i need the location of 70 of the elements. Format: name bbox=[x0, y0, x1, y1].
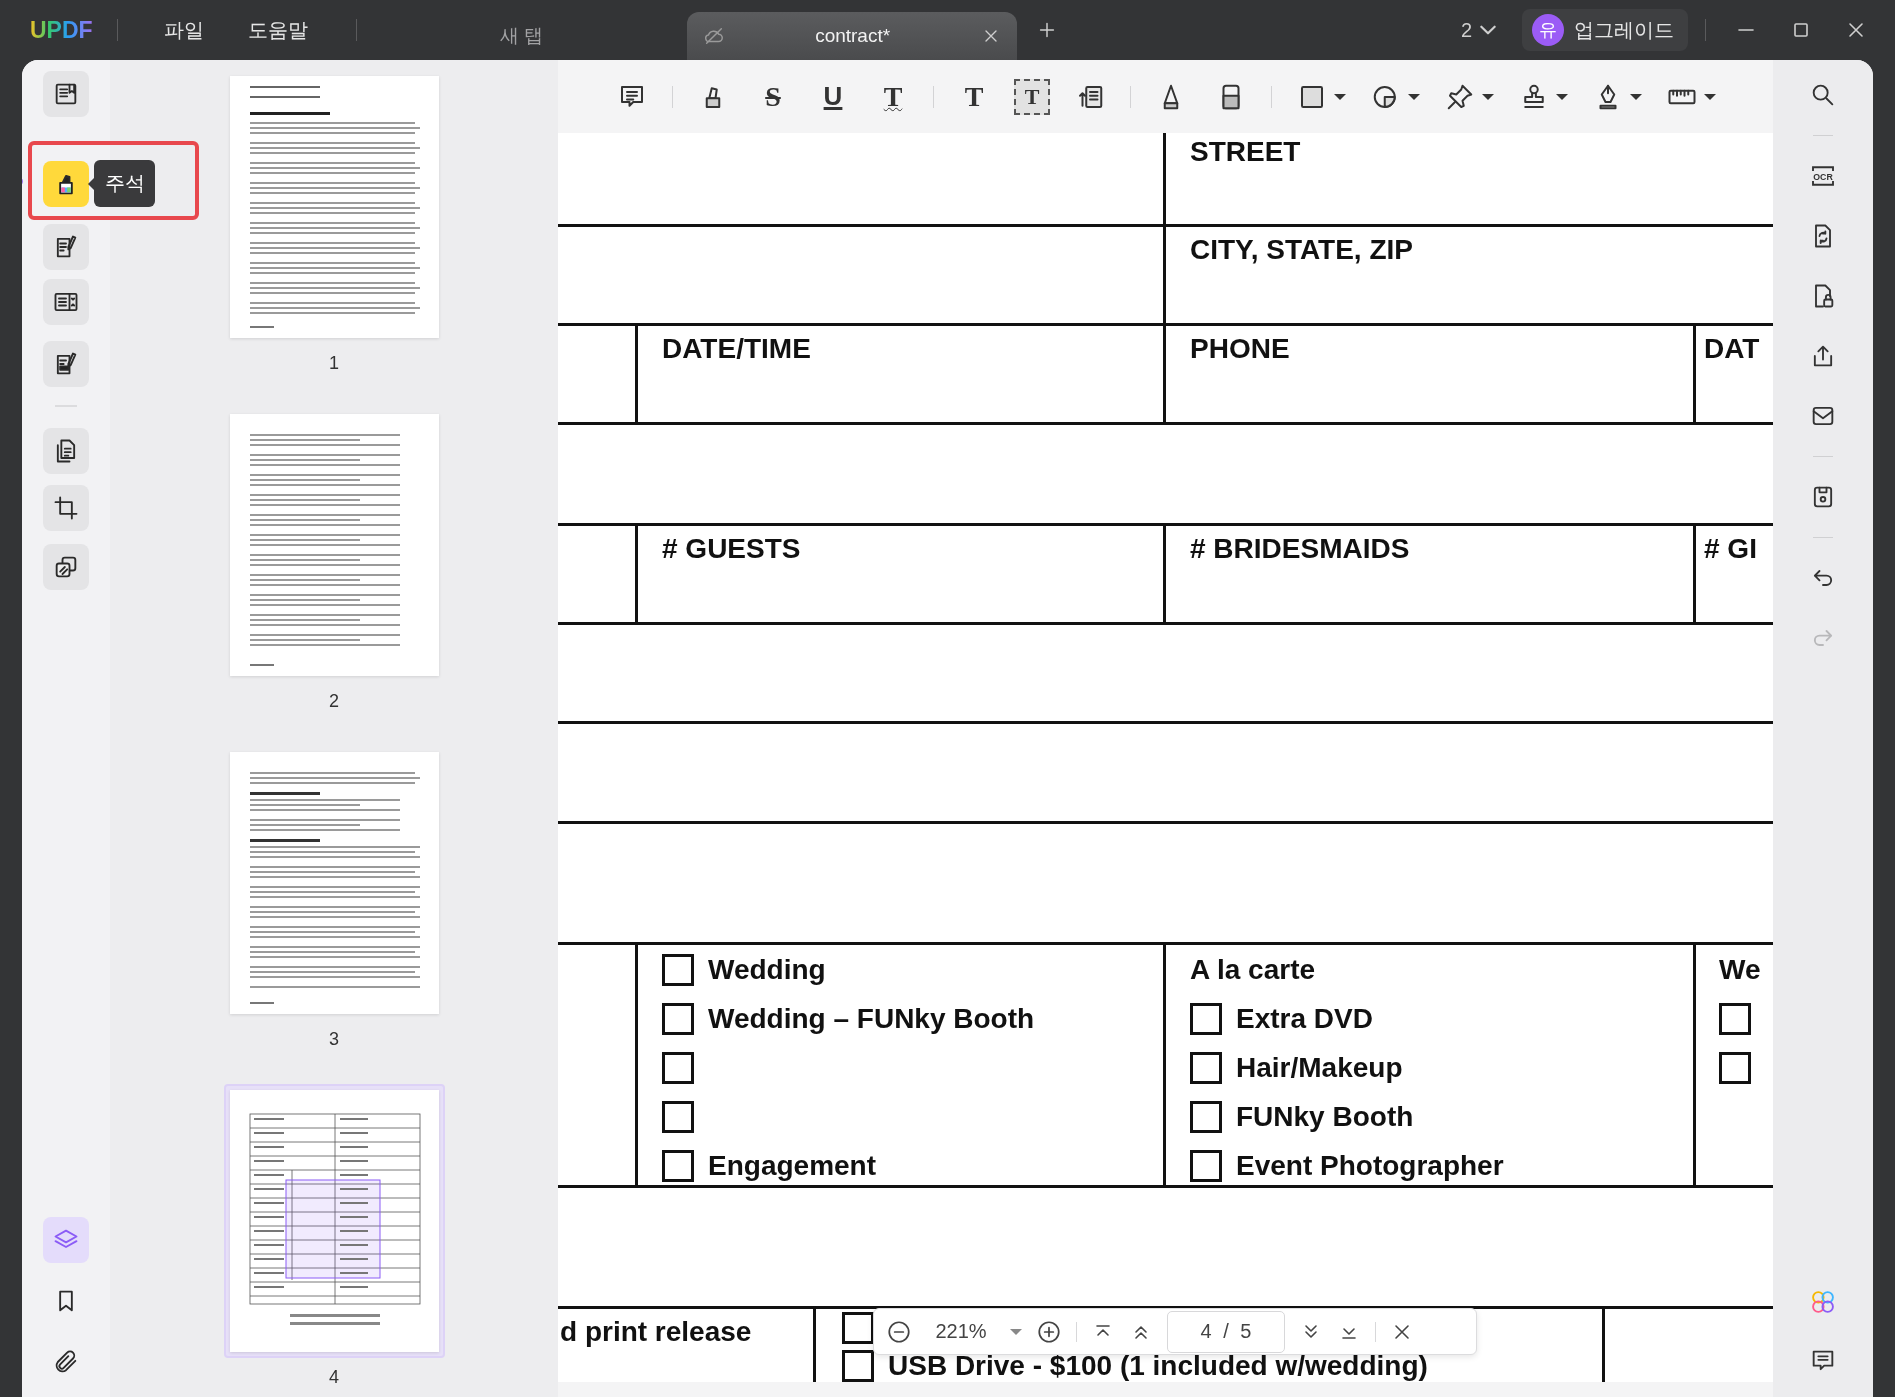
page-number: 3 bbox=[329, 1028, 339, 1050]
checkbox[interactable] bbox=[1190, 1100, 1222, 1133]
text-icon[interactable]: T bbox=[954, 76, 994, 117]
zoom-level[interactable]: 221% bbox=[926, 1320, 996, 1343]
page-number: 4 bbox=[329, 1366, 339, 1388]
form-heading: We bbox=[1719, 953, 1762, 987]
squiggly-underline-icon[interactable]: T bbox=[873, 76, 913, 117]
sidebar-tool[interactable] bbox=[43, 279, 89, 325]
page-number: 2 bbox=[329, 690, 339, 712]
sidebar-tool[interactable] bbox=[43, 161, 89, 207]
sidebar-tool[interactable] bbox=[43, 485, 89, 531]
checkbox-label: Extra DVD bbox=[1236, 1002, 1373, 1035]
window-count-button[interactable]: 2 bbox=[1454, 18, 1502, 42]
checkbox-label: FUNky Booth bbox=[1236, 1100, 1414, 1133]
sidebar-tool[interactable] bbox=[43, 224, 89, 270]
menu-item[interactable]: 파일 bbox=[141, 10, 226, 50]
form-heading: A la carte bbox=[1190, 953, 1317, 987]
caret-icon[interactable] bbox=[1630, 93, 1642, 100]
form-label: PHONE bbox=[1189, 332, 1291, 366]
checkbox[interactable] bbox=[662, 1051, 694, 1084]
sidebar-tool[interactable] bbox=[43, 544, 89, 590]
checkbox-label: Hair/Makeup bbox=[1236, 1051, 1403, 1084]
avatar: 유 bbox=[1532, 14, 1564, 46]
checkbox[interactable] bbox=[1190, 1002, 1222, 1035]
checkbox[interactable] bbox=[662, 1002, 694, 1035]
checkbox-label: Wedding – FUNky Booth bbox=[708, 1002, 1035, 1035]
sidebar-tool[interactable] bbox=[43, 71, 89, 117]
form-label: # GUESTS bbox=[661, 532, 802, 566]
crop-icon bbox=[52, 494, 80, 522]
checkbox[interactable] bbox=[1190, 1149, 1222, 1182]
caret-icon[interactable] bbox=[1408, 93, 1420, 100]
checkbox[interactable] bbox=[1719, 1051, 1751, 1084]
checkbox-label: USB Drive - $100 (1 included w/wedding) bbox=[888, 1350, 1428, 1382]
form-label: # BRIDESMAIDS bbox=[1189, 532, 1411, 566]
page-field[interactable]: 4 / 5 bbox=[1167, 1310, 1285, 1353]
cloud-off-icon bbox=[702, 25, 725, 47]
tab[interactable]: contract* bbox=[686, 12, 1017, 60]
checkbox[interactable] bbox=[662, 1149, 694, 1182]
flower-icon[interactable] bbox=[1809, 1288, 1837, 1316]
form-label: STREET bbox=[1189, 135, 1302, 169]
menu-item[interactable]: 도움말 bbox=[225, 10, 330, 50]
checkbox-label: Event Photographer bbox=[1236, 1149, 1504, 1182]
form-label: # GI bbox=[1703, 532, 1758, 566]
checkbox[interactable] bbox=[662, 1100, 694, 1133]
sidebar-tool[interactable] bbox=[43, 428, 89, 474]
checkbox[interactable] bbox=[842, 1350, 874, 1382]
sidebar-tool[interactable] bbox=[43, 341, 89, 387]
caret-icon bbox=[1480, 25, 1496, 35]
page-number: 1 bbox=[329, 352, 339, 374]
checkbox[interactable] bbox=[1190, 1051, 1222, 1084]
checkbox-label: Engagement bbox=[708, 1149, 877, 1182]
strikethrough-icon[interactable]: S bbox=[753, 76, 793, 117]
tooltip: 주석 bbox=[94, 160, 155, 207]
caret-icon[interactable] bbox=[1556, 93, 1568, 100]
form-label: d print release bbox=[559, 1315, 753, 1349]
checkbox[interactable] bbox=[1719, 1002, 1751, 1035]
form-label: DATE/TIME bbox=[661, 332, 812, 366]
underline-icon[interactable]: U bbox=[813, 76, 853, 117]
checkbox-label: Wedding bbox=[708, 953, 826, 986]
zoom-out-icon[interactable] bbox=[886, 1318, 912, 1345]
zoom-in-icon[interactable] bbox=[1036, 1318, 1062, 1345]
checkbox[interactable] bbox=[662, 953, 694, 986]
tab[interactable]: 새 탭 bbox=[356, 12, 687, 60]
caret-icon[interactable] bbox=[1704, 93, 1716, 100]
upgrade-button[interactable]: 유 업그레이드 bbox=[1522, 9, 1688, 51]
text-box-icon[interactable]: T bbox=[1014, 78, 1050, 115]
caret-icon[interactable] bbox=[1482, 93, 1494, 100]
caret-icon[interactable] bbox=[1334, 93, 1346, 100]
form-label: DAT bbox=[1703, 332, 1761, 366]
form-label: CITY, STATE, ZIP bbox=[1189, 233, 1414, 267]
